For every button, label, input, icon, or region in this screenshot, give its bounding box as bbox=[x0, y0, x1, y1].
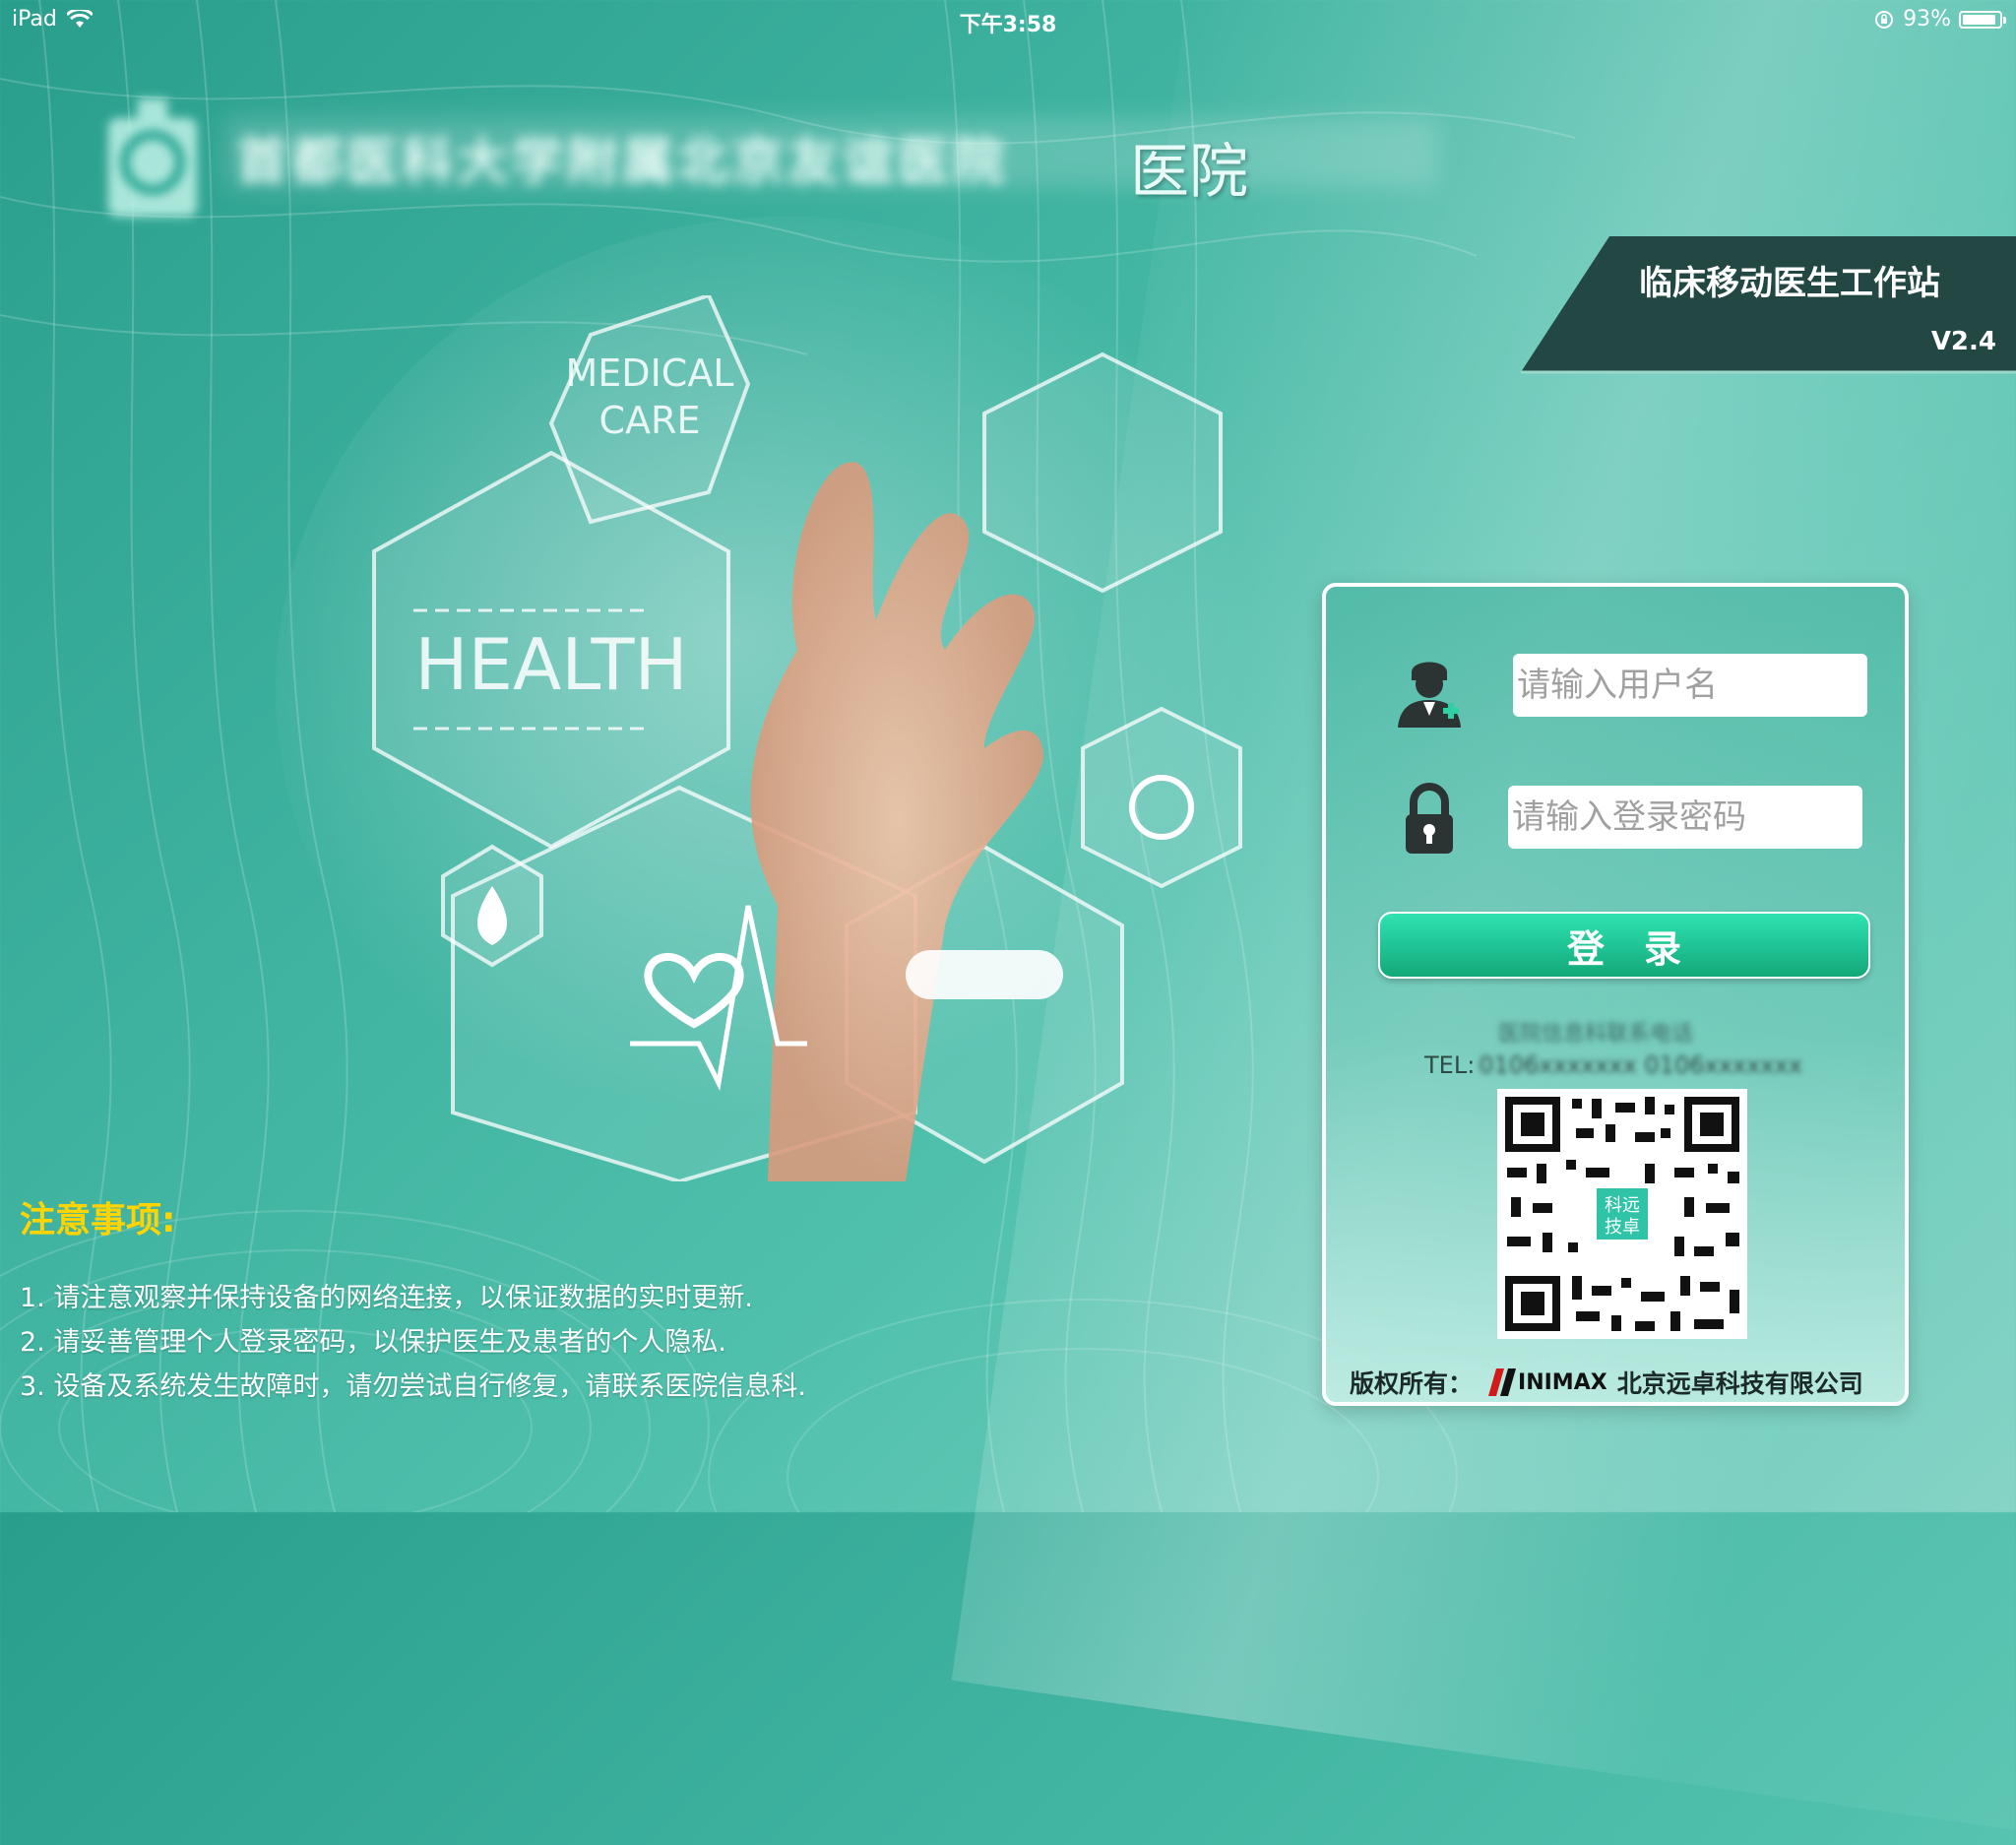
qr-center-label-top: 科远 bbox=[1605, 1195, 1640, 1216]
copyright-line: 版权所有： INIMAX 北京远卓科技有限公司 bbox=[1350, 1365, 1863, 1400]
minimax-logo-mark bbox=[1488, 1368, 1517, 1396]
qr-code: 科远 技卓 bbox=[1497, 1089, 1747, 1339]
tel-label: TEL: bbox=[1424, 1051, 1476, 1079]
hospital-name-suffix: 医院 bbox=[1130, 138, 1248, 207]
hospital-name-blurred: 首都医科大学附属北京友谊医院 bbox=[236, 133, 1009, 192]
orientation-lock-icon bbox=[1875, 10, 1894, 29]
minimax-logo: INIMAX bbox=[1482, 1368, 1607, 1396]
medical-label: MEDICAL bbox=[566, 351, 734, 395]
doctor-user-icon bbox=[1398, 662, 1461, 728]
app-title: 临床移动医生工作站 bbox=[1639, 264, 1940, 303]
battery-icon bbox=[1959, 10, 2006, 29]
notice-title: 注意事项: bbox=[20, 1200, 176, 1241]
login-button[interactable]: 登录 bbox=[1378, 912, 1870, 979]
battery-percent: 93% bbox=[1903, 7, 1951, 32]
app-title-banner: 临床移动医生工作站 V2.4 bbox=[1521, 236, 2016, 374]
brand-name: INIMAX bbox=[1518, 1369, 1607, 1395]
username-input[interactable] bbox=[1513, 654, 1867, 717]
notice-item: 2. 请妥善管理个人登录密码，以保护医生及患者的个人隐私. bbox=[20, 1327, 726, 1358]
globe-hexagon bbox=[982, 351, 1223, 594]
tel-row: TEL: 0106xxxxxxx 0106xxxxxxx bbox=[1424, 1051, 1802, 1079]
contact-info-blurred: 医院信息科联系电话 bbox=[1498, 1022, 1694, 1047]
status-time: 下午3:58 bbox=[959, 13, 1057, 37]
status-bar: iPad 下午3:58 93% bbox=[0, 0, 2016, 39]
qr-center-label-bottom: 技卓 bbox=[1605, 1217, 1640, 1238]
hospital-logo bbox=[108, 98, 197, 217]
password-input[interactable] bbox=[1508, 786, 1862, 849]
app-version: V2.4 bbox=[1930, 327, 1996, 356]
health-label: HEALTH bbox=[414, 623, 687, 706]
medical-hexagon-artwork: MEDICAL CARE HEALTH bbox=[372, 295, 1242, 1181]
copyright-label: 版权所有： bbox=[1350, 1369, 1474, 1398]
company-name: 北京远卓科技有限公司 bbox=[1616, 1369, 1863, 1398]
notice-item: 3. 设备及系统发生故障时，请勿尝试自行修复，请联系医院信息科. bbox=[20, 1371, 806, 1402]
login-panel: 登录 医院信息科联系电话 TEL:0106xxxxxxx 0106xxxxxxx… bbox=[1322, 583, 1909, 1406]
wheelchair-hexagon bbox=[1081, 706, 1242, 889]
notice-list: 1. 请注意观察并保持设备的网络连接，以保证数据的实时更新. 2. 请妥善管理个… bbox=[20, 1276, 806, 1409]
tel-number-blurred: 0106xxxxxxx 0106xxxxxxx bbox=[1479, 1051, 1802, 1079]
care-label: CARE bbox=[599, 399, 701, 442]
lock-icon bbox=[1406, 783, 1453, 854]
notice-item: 1. 请注意观察并保持设备的网络连接，以保证数据的实时更新. bbox=[20, 1283, 753, 1313]
pill-icon bbox=[906, 950, 1063, 999]
